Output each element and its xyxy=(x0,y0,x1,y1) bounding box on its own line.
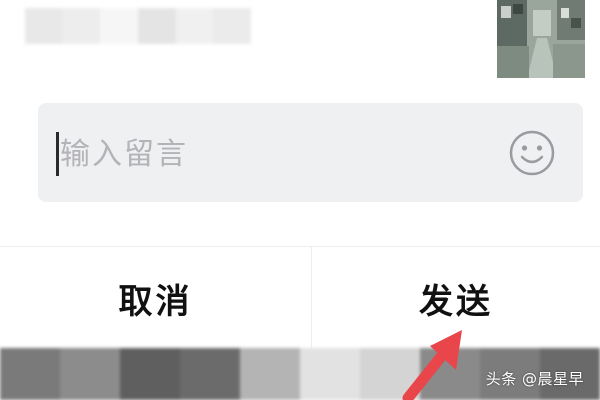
watermark-text: 头条 @晨星早 xyxy=(485,370,584,388)
comment-input-box[interactable] xyxy=(38,103,583,202)
pointer-arrow-icon xyxy=(402,330,462,400)
blurred-username xyxy=(25,8,252,44)
comment-header-area xyxy=(0,0,600,245)
cancel-button[interactable]: 取消 xyxy=(0,247,311,349)
dialog-action-bar: 取消 发送 xyxy=(0,246,600,349)
comment-input[interactable] xyxy=(60,129,480,179)
post-thumbnail[interactable] xyxy=(497,0,585,78)
text-cursor xyxy=(56,132,59,176)
smiley-face-icon[interactable] xyxy=(508,129,556,177)
